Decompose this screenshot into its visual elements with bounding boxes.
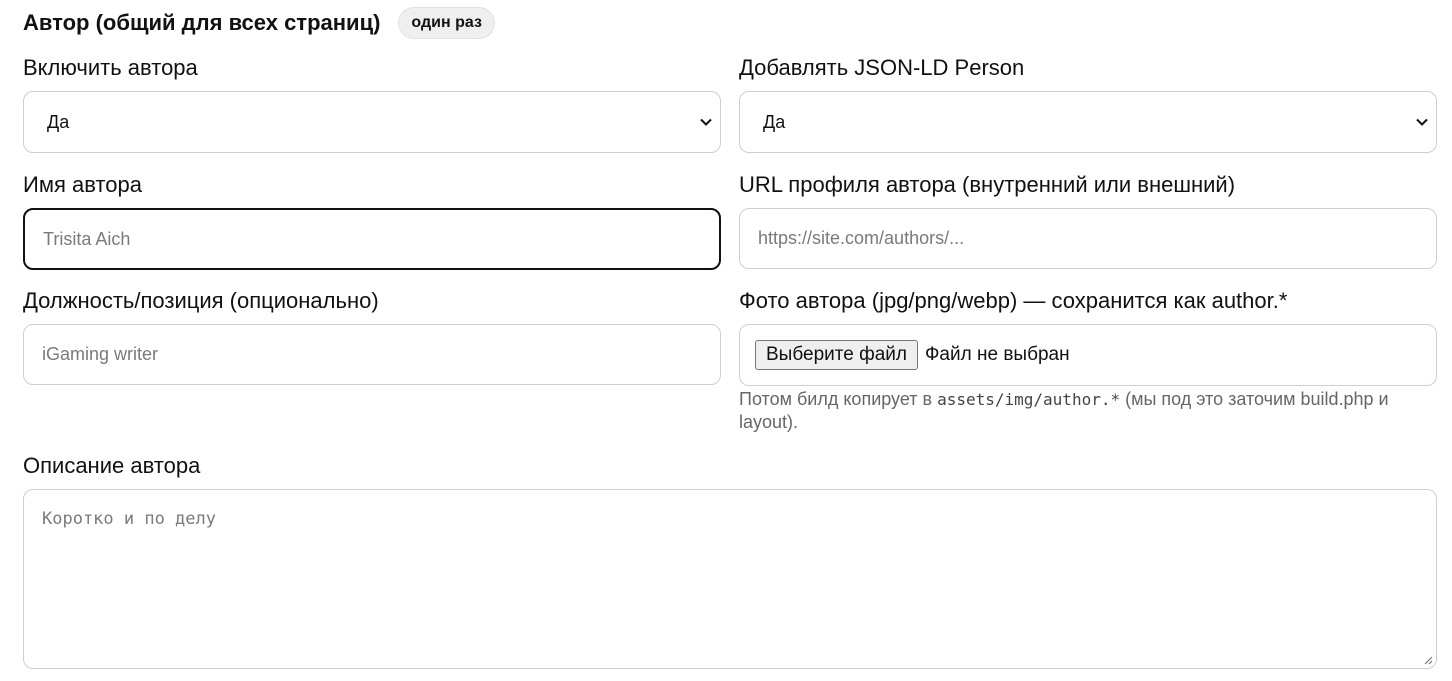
author-photo-field: Выберите файл Файл не выбран xyxy=(739,324,1437,386)
choose-file-button[interactable]: Выберите файл xyxy=(755,340,918,370)
resize-grip-icon[interactable] xyxy=(1423,655,1433,665)
hint-code: assets/img/author.* xyxy=(937,390,1121,409)
section-title: Автор (общий для всех страниц) xyxy=(23,10,381,35)
enable-author-value: Да xyxy=(47,111,70,132)
author-description-label: Описание автора xyxy=(23,453,201,478)
author-position-label: Должность/позиция (опционально) xyxy=(23,288,379,313)
author-position-input[interactable]: iGaming writer xyxy=(23,324,721,385)
author-url-input[interactable]: https://site.com/authors/... xyxy=(739,208,1437,269)
author-photo-label: Фото автора (jpg/png/webp) — сохранится … xyxy=(739,288,1288,313)
section-header: Автор (общий для всех страниц) один раз xyxy=(23,4,495,42)
author-url-label: URL профиля автора (внутренний или внешн… xyxy=(739,172,1236,197)
author-url-placeholder: https://site.com/authors/... xyxy=(758,228,965,248)
author-name-label: Имя автора xyxy=(23,172,142,197)
author-name-input[interactable]: Trisita Aich xyxy=(23,208,721,270)
jsonld-person-select[interactable]: Да xyxy=(739,91,1437,153)
chevron-down-icon xyxy=(700,118,712,126)
jsonld-person-label: Добавлять JSON-LD Person xyxy=(739,55,1025,80)
jsonld-person-value: Да xyxy=(763,111,786,132)
enable-author-label: Включить автора xyxy=(23,55,198,80)
author-description-textarea[interactable]: Коротко и по делу xyxy=(23,489,1437,669)
author-description-placeholder: Коротко и по делу xyxy=(42,509,216,529)
hint-prefix: Потом билд копирует в xyxy=(739,389,938,409)
chevron-down-icon xyxy=(1416,118,1428,126)
enable-author-select[interactable]: Да xyxy=(23,91,721,153)
author-name-placeholder: Trisita Aich xyxy=(43,228,131,249)
once-badge: один раз xyxy=(398,7,495,39)
author-photo-hint: Потом билд копирует в assets/img/author.… xyxy=(739,388,1439,434)
file-status: Файл не выбран xyxy=(924,344,1070,365)
author-position-placeholder: iGaming writer xyxy=(42,344,159,364)
